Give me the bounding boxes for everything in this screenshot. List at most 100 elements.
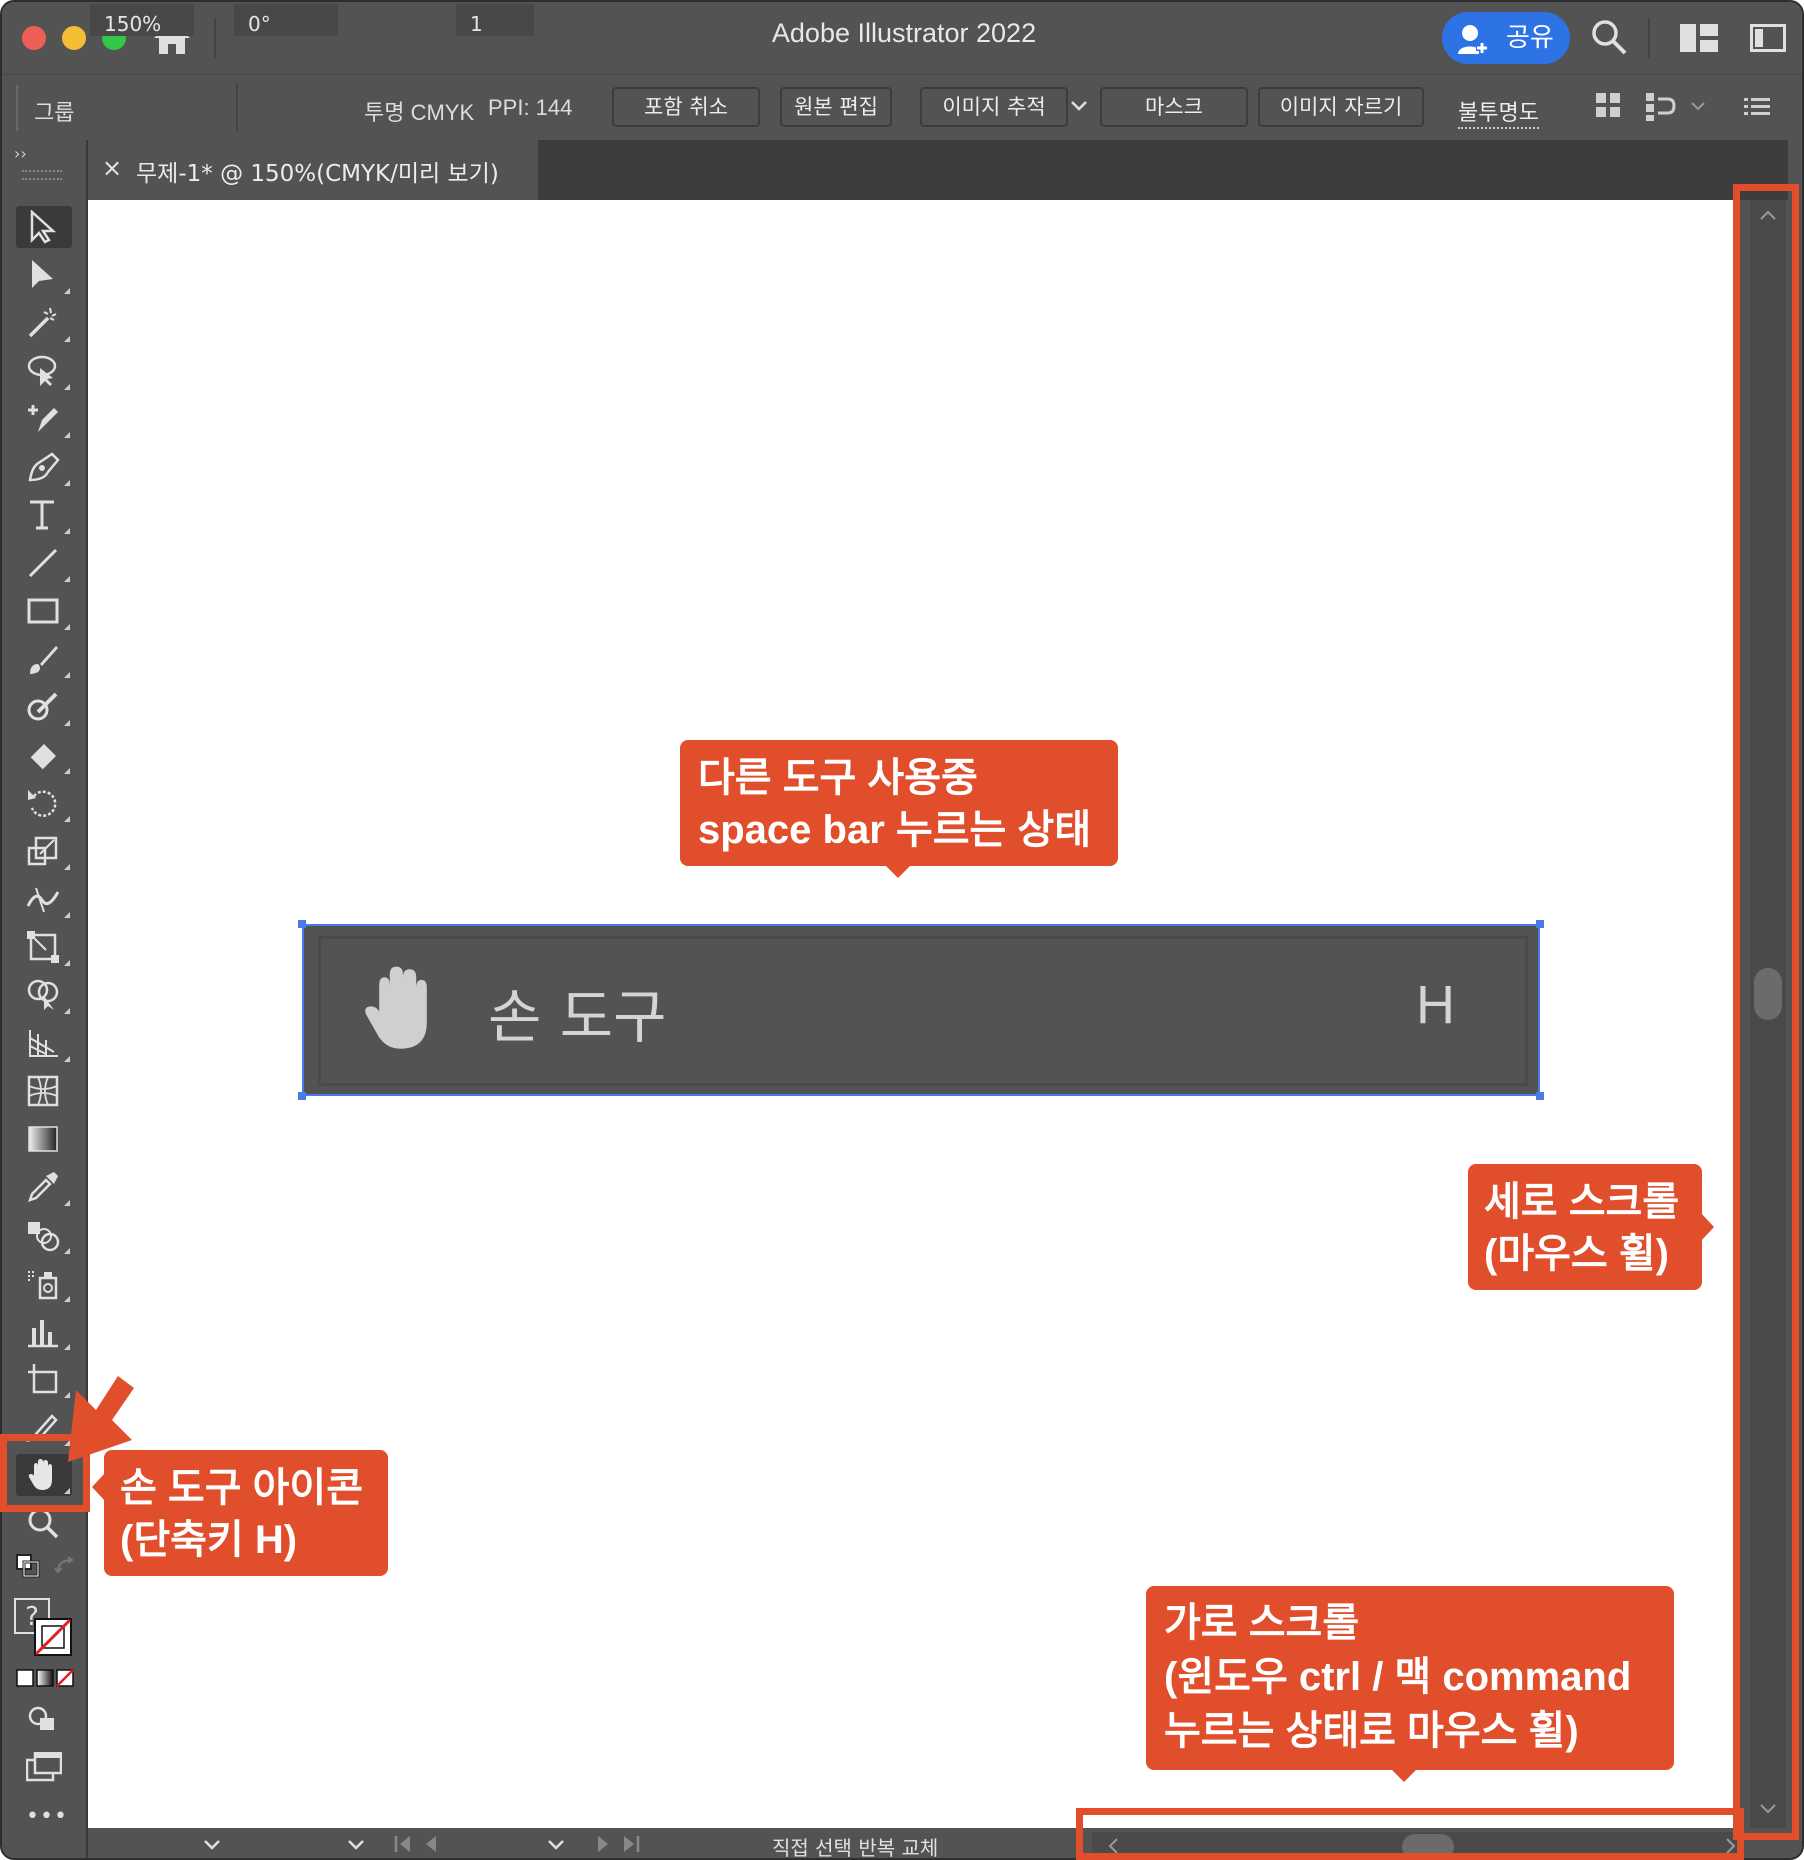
selection-arrow-icon	[30, 210, 57, 244]
control-divider	[236, 83, 238, 131]
blend-tool[interactable]	[16, 1214, 72, 1256]
callout-hand-icon: 손 도구 아이콘 (단축키 H)	[104, 1450, 388, 1576]
first-prev-artboard-icons[interactable]	[394, 1834, 442, 1854]
magic-wand-icon	[28, 307, 57, 338]
shaper-tool[interactable]	[16, 686, 72, 728]
transform-dropdown-icon[interactable]	[1690, 101, 1706, 113]
selection-handle-tl[interactable]	[298, 920, 306, 928]
line-tool[interactable]	[16, 542, 72, 584]
embed-cancel-button[interactable]: 포함 취소	[612, 87, 760, 127]
ppi-label: PPI: 144	[488, 95, 573, 120]
crop-image-button[interactable]: 이미지 자르기	[1258, 87, 1424, 127]
workspace-layout-icon[interactable]	[1680, 24, 1718, 52]
add-anchor-pen-icon	[28, 405, 58, 432]
control-bar: 그룹 투명 CMYK PPI: 144 포함 취소 원본 편집 이미지 추적 마…	[2, 74, 1802, 141]
width-tool[interactable]	[16, 878, 72, 920]
free-transform-icon	[27, 931, 59, 963]
search-icon[interactable]	[1590, 18, 1628, 56]
perspective-grid-icon	[29, 1030, 58, 1057]
artboard-icon	[28, 1364, 58, 1394]
callout-horizontal-scroll: 가로 스크롤 (윈도우 ctrl / 맥 command 누르는 상태로 마우스…	[1146, 1586, 1674, 1770]
callout-hand-line2: (단축키 H)	[120, 1518, 298, 1562]
swap-fill-stroke-icon[interactable]	[54, 1556, 78, 1578]
transform-icon[interactable]	[1646, 93, 1678, 121]
pen-tool[interactable]	[16, 446, 72, 488]
pen-icon	[28, 452, 60, 482]
panel-menu-icon[interactable]	[1744, 97, 1770, 117]
zoom-dropdown-icon[interactable]	[202, 1838, 222, 1852]
shape-builder-tool[interactable]	[16, 974, 72, 1016]
stroke-swatch[interactable]	[34, 1618, 72, 1656]
artboard-number-field[interactable]: 1	[456, 4, 534, 36]
align-icon[interactable]	[1596, 93, 1622, 119]
hand-icon	[365, 966, 427, 1049]
magic-wand-tool[interactable]	[16, 302, 72, 344]
selection-type-label: 그룹	[34, 101, 75, 126]
image-trace-button[interactable]: 이미지 추적	[920, 87, 1068, 127]
document-tab-title: 무제-1* @ 150%(CMYK/미리 보기)	[136, 161, 499, 187]
paintbrush-tool[interactable]	[16, 638, 72, 680]
zoom-level-field[interactable]: 150%	[90, 4, 194, 36]
callout-spacebar-line2: space bar 누르는 상태	[698, 808, 1092, 852]
selection-handle-br[interactable]	[1536, 1092, 1544, 1100]
gradient-icon	[28, 1126, 58, 1152]
curvature-add-anchor-tool[interactable]	[16, 398, 72, 440]
lasso-tool[interactable]	[16, 350, 72, 392]
artboard-dropdown-icon[interactable]	[546, 1838, 566, 1852]
color-mode-icons[interactable]	[16, 1668, 74, 1688]
rotation-dropdown-icon[interactable]	[346, 1838, 366, 1852]
rotate-icon	[28, 790, 57, 817]
callout-spacebar: 다른 도구 사용중 space bar 누르는 상태	[680, 740, 1118, 866]
share-button[interactable]: 공유	[1442, 12, 1570, 64]
horizontal-scroll-highlight	[1076, 1808, 1744, 1860]
next-last-artboard-icons[interactable]	[592, 1834, 640, 1854]
hand-tool-shortcut: H	[1416, 975, 1455, 1035]
scale-tool[interactable]	[16, 830, 72, 872]
rectangle-tool[interactable]	[16, 590, 72, 632]
edit-toolbar-icon[interactable]: •••	[26, 1804, 68, 1829]
image-trace-dropdown-icon[interactable]	[1070, 99, 1088, 113]
tools-panel: ›› ? •••	[2, 140, 86, 1858]
selection-tool[interactable]	[16, 206, 72, 248]
mesh-icon	[27, 1075, 59, 1107]
selection-handle-bl[interactable]	[298, 1092, 306, 1100]
panel-toggle-icon[interactable]	[1750, 24, 1786, 52]
rotate-tool[interactable]	[16, 782, 72, 824]
close-tab-icon[interactable]: ×	[102, 154, 122, 182]
user-add-icon	[1458, 25, 1488, 54]
eraser-tool[interactable]	[16, 734, 72, 776]
callout-vertical-line2: (마우스 휠)	[1484, 1232, 1669, 1276]
panel-grip[interactable]	[22, 170, 62, 180]
document-tab[interactable]: × 무제-1* @ 150%(CMYK/미리 보기)	[88, 140, 538, 200]
rectangle-icon	[27, 598, 59, 624]
document-tab-strip: × 무제-1* @ 150%(CMYK/미리 보기)	[88, 140, 1788, 200]
drawing-mode-icon[interactable]	[28, 1706, 58, 1732]
collapse-panel-icon[interactable]: ››	[14, 144, 27, 163]
default-fill-stroke-icon[interactable]	[16, 1554, 40, 1578]
free-transform-tool[interactable]	[16, 926, 72, 968]
mask-button[interactable]: 마스크	[1100, 87, 1248, 127]
direct-selection-icon	[32, 260, 53, 288]
perspective-grid-tool[interactable]	[16, 1022, 72, 1064]
eyedropper-tool[interactable]	[16, 1166, 72, 1208]
grip-handle[interactable]	[16, 85, 18, 131]
screen-mode-icon[interactable]	[26, 1752, 62, 1782]
edit-original-button[interactable]: 원본 편집	[780, 87, 892, 127]
gradient-tool[interactable]	[16, 1118, 72, 1160]
symbol-sprayer-icon	[28, 1271, 58, 1300]
opacity-link[interactable]: 불투명도	[1458, 95, 1539, 129]
status-text[interactable]: 직접 선택 반복 교체	[772, 1832, 938, 1858]
shaper-icon	[27, 692, 58, 721]
column-graph-icon	[28, 1320, 58, 1348]
selection-handle-tr[interactable]	[1536, 920, 1544, 928]
rotation-field[interactable]: 0°	[234, 4, 338, 36]
mesh-tool[interactable]	[16, 1070, 72, 1112]
column-graph-tool[interactable]	[16, 1310, 72, 1352]
type-tool[interactable]	[16, 494, 72, 536]
line-segment-icon	[28, 548, 58, 578]
callout-horizontal-line2: (윈도우 ctrl / 맥 command	[1164, 1655, 1632, 1699]
direct-selection-tool[interactable]	[16, 254, 72, 296]
callout-horizontal-line1: 가로 스크롤	[1164, 1601, 1360, 1645]
symbol-sprayer-tool[interactable]	[16, 1262, 72, 1304]
callout-vertical-scroll: 세로 스크롤 (마우스 휠)	[1468, 1164, 1702, 1290]
